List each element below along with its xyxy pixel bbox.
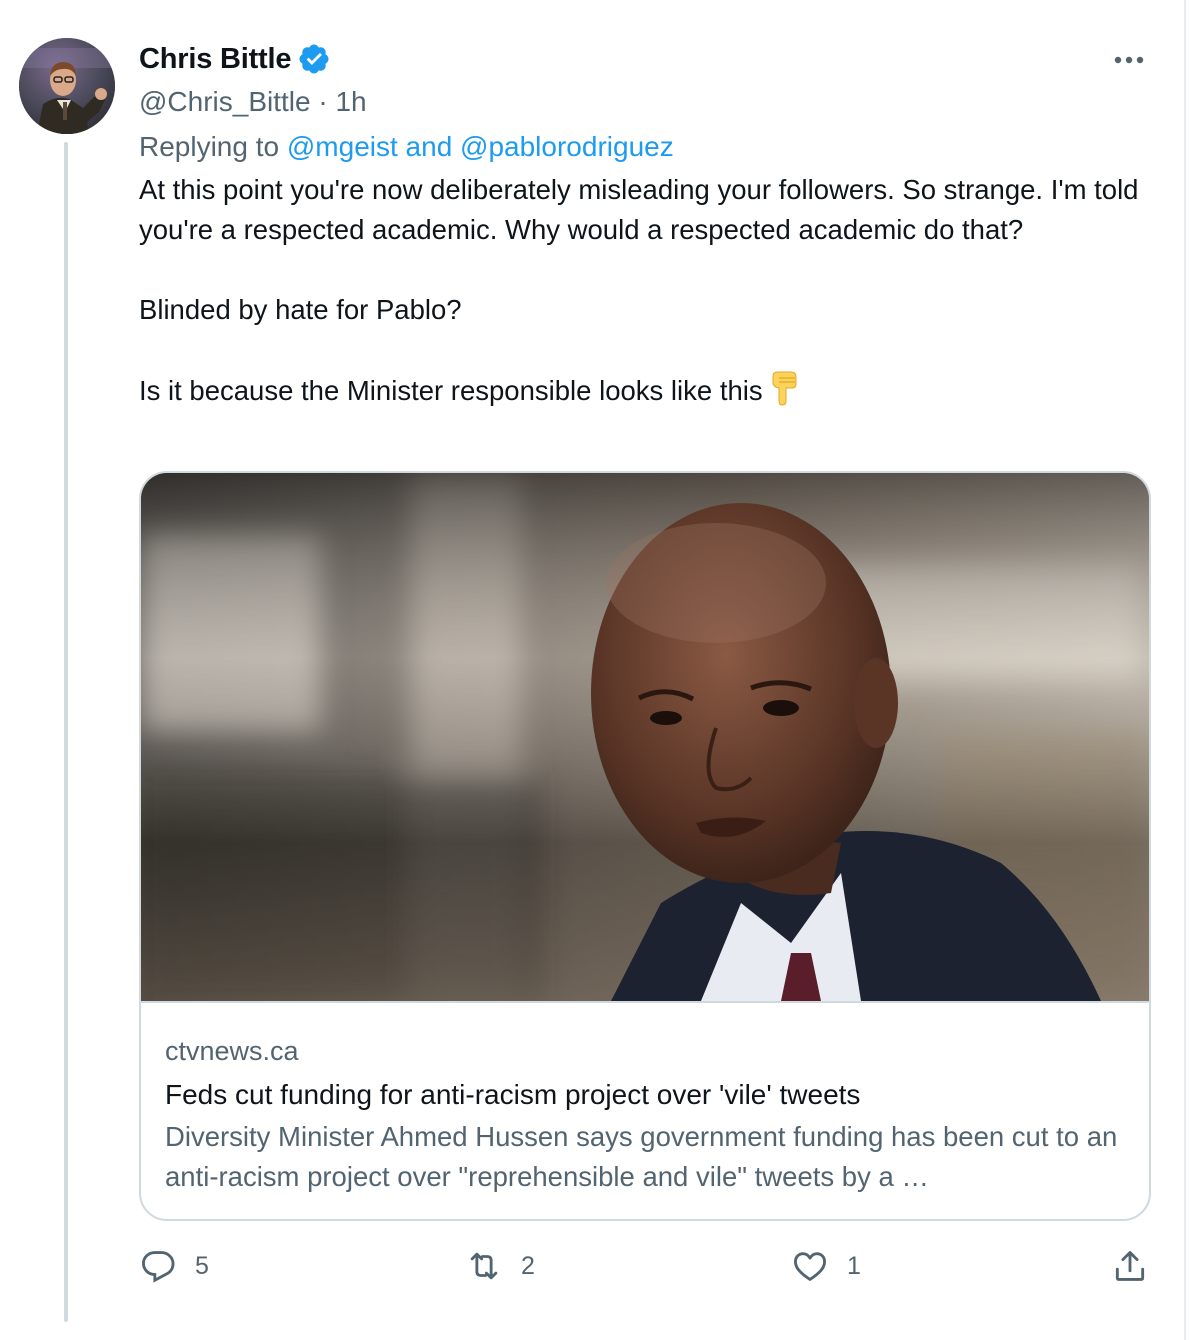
tweet-paragraph: At this point you're now deliberately mi…	[139, 174, 1139, 245]
retweet-button[interactable]: 2	[465, 1244, 535, 1288]
backhand-index-pointing-down-icon	[772, 371, 797, 406]
card-domain: ctvnews.ca	[165, 1036, 299, 1066]
card-body: ctvnews.ca Feds cut funding for anti-rac…	[141, 1003, 1149, 1197]
tweet-paragraph: Is it because the Minister responsible l…	[139, 375, 763, 406]
reply-count: 5	[195, 1251, 209, 1280]
card-title: Feds cut funding for anti-racism project…	[165, 1079, 861, 1110]
more-options-button[interactable]	[1107, 42, 1151, 78]
author-row: Chris Bittle	[139, 38, 1151, 80]
retweet-icon	[470, 1252, 498, 1280]
tweet-text: At this point you're now deliberately mi…	[139, 170, 1151, 411]
column-divider	[1184, 0, 1186, 1340]
separator-dot: ·	[318, 86, 336, 117]
like-button[interactable]: 1	[791, 1244, 861, 1288]
tweet-paragraph: Blinded by hate for Pablo?	[139, 294, 462, 325]
tweet-page: Chris Bittle @Chris_Bittle · 1h Replying…	[0, 0, 1190, 1340]
author-handle[interactable]: @Chris_Bittle	[139, 86, 311, 117]
avatar-photo	[19, 38, 115, 134]
share-icon	[1115, 1251, 1145, 1281]
more-options-icon	[1114, 56, 1144, 64]
like-count: 1	[847, 1251, 861, 1280]
share-button[interactable]	[1111, 1244, 1149, 1288]
replying-to: Replying to @mgeist and @pablorodriguez	[139, 124, 1151, 170]
thread-connector-line	[64, 142, 68, 1322]
handle-row: @Chris_Bittle · 1h	[139, 80, 1151, 124]
reply-icon	[142, 1251, 175, 1283]
reply-button[interactable]: 5	[139, 1244, 209, 1288]
tweet-paragraph-last: Is it because the Minister responsible l…	[139, 370, 1151, 411]
link-preview-card[interactable]: ctvnews.ca Feds cut funding for anti-rac…	[139, 471, 1151, 1221]
tweet-time[interactable]: 1h	[335, 86, 366, 117]
replying-mentions[interactable]: @mgeist and @pablorodriguez	[287, 131, 674, 162]
action-bar: 5 2 1	[139, 1244, 1151, 1288]
retweet-count: 2	[521, 1251, 535, 1280]
heart-icon	[794, 1252, 826, 1281]
card-image	[141, 473, 1149, 1003]
tweet-content: Chris Bittle @Chris_Bittle · 1h Replying…	[139, 38, 1151, 1283]
replying-prefix: Replying to	[139, 131, 287, 162]
avatar[interactable]	[19, 38, 115, 134]
verified-badge-icon	[299, 44, 329, 74]
card-description: Diversity Minister Ahmed Hussen says gov…	[165, 1121, 1118, 1192]
author-display-name[interactable]: Chris Bittle	[139, 43, 291, 76]
